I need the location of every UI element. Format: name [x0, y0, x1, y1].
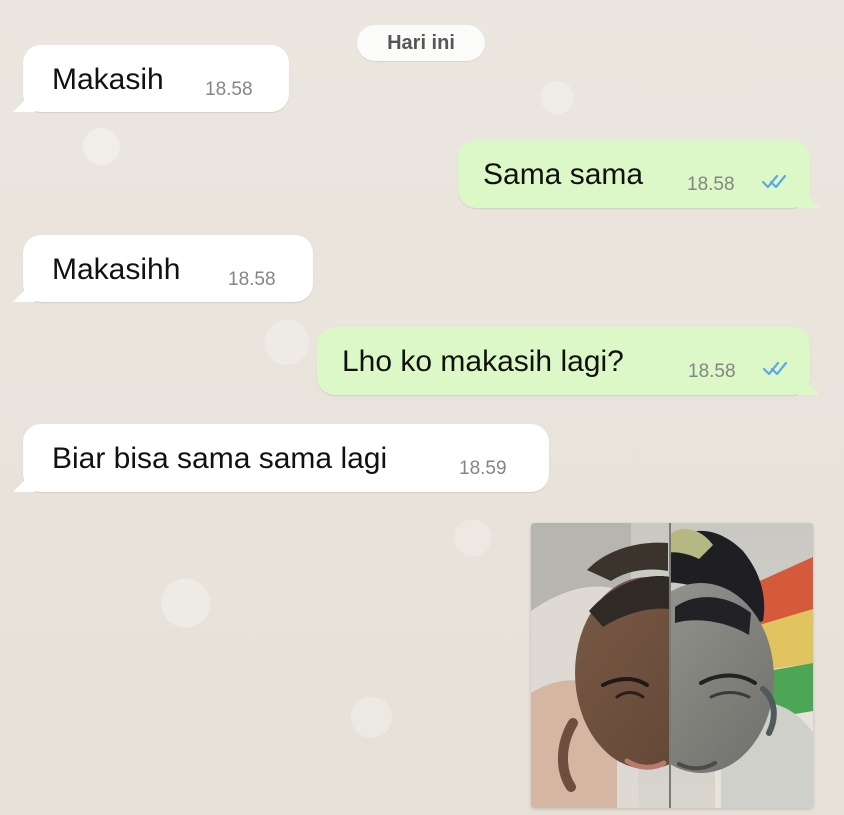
message-time: 18.58	[228, 269, 276, 290]
double-check-icon	[762, 361, 788, 376]
double-check-icon	[761, 174, 787, 189]
outgoing-message[interactable]: Lho ko makasih lagi? 18.58	[317, 327, 810, 395]
image-message[interactable]	[531, 523, 813, 808]
message-time: 18.59	[459, 458, 507, 479]
message-text: Sama sama	[483, 158, 644, 191]
message-time: 18.58	[205, 79, 253, 100]
message-time: 18.58	[688, 361, 736, 382]
incoming-message[interactable]: Makasihh 18.58	[23, 235, 313, 302]
split-face-image	[531, 523, 813, 808]
message-text: Lho ko makasih lagi?	[342, 345, 624, 378]
message-time: 18.58	[687, 174, 735, 195]
message-text: Makasihh	[52, 253, 181, 286]
incoming-message[interactable]: Biar bisa sama sama lagi 18.59	[23, 424, 549, 492]
outgoing-message[interactable]: Sama sama 18.58	[458, 140, 810, 208]
message-text: Makasih	[52, 63, 164, 96]
date-label: Hari ini	[387, 31, 455, 54]
date-separator: Hari ini	[357, 25, 485, 61]
incoming-message[interactable]: Makasih 18.58	[23, 45, 289, 112]
message-text: Biar bisa sama sama lagi	[52, 442, 388, 475]
